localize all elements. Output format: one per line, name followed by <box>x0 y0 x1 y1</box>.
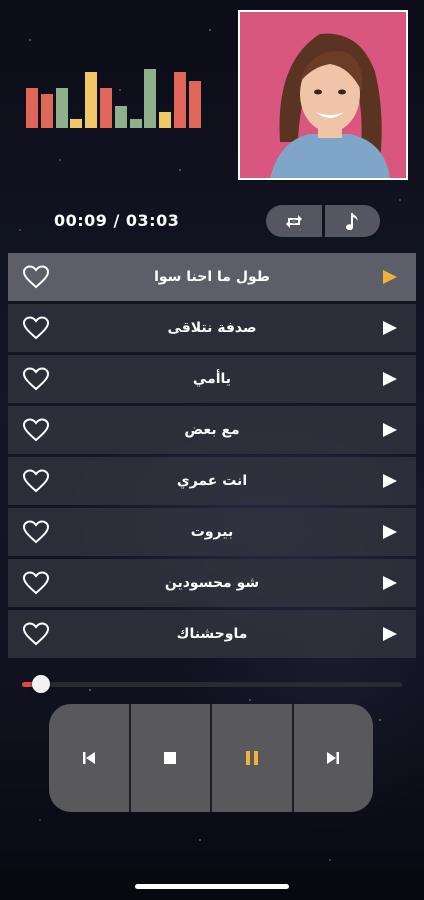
music-library-button[interactable] <box>324 205 380 237</box>
equalizer-bar <box>159 112 172 128</box>
song-row[interactable]: شو محسودين <box>8 559 416 607</box>
song-row[interactable]: انت عمري <box>8 457 416 505</box>
repeat-button[interactable] <box>266 205 322 237</box>
song-row[interactable]: بيروت <box>8 508 416 556</box>
equalizer-bar <box>40 94 53 128</box>
pause-button[interactable] <box>212 704 292 812</box>
time-display: 00:09 / 03:03 <box>54 211 180 230</box>
equalizer-bar <box>114 106 127 128</box>
song-title: بيروت <box>190 524 234 540</box>
heart-icon[interactable] <box>22 367 50 395</box>
song-list: طول ما احنا سوا صدفة نتلاقى ياأمي مع بعض انت… <box>8 253 416 661</box>
equalizer-bar <box>129 119 142 128</box>
play-icon[interactable] <box>382 371 398 391</box>
play-icon[interactable] <box>382 626 398 646</box>
heart-icon[interactable] <box>22 265 50 293</box>
heart-icon[interactable] <box>22 418 50 446</box>
song-title: انت عمري <box>176 473 248 489</box>
song-row[interactable]: صدفة نتلاقى <box>8 304 416 352</box>
heart-icon[interactable] <box>22 622 50 650</box>
next-button[interactable] <box>293 704 373 812</box>
song-row[interactable]: مع بعض <box>8 406 416 454</box>
progress-handle[interactable] <box>32 675 50 693</box>
equalizer-bar <box>144 69 157 128</box>
equalizer-bar <box>100 88 112 128</box>
heart-icon[interactable] <box>22 571 50 599</box>
play-icon[interactable] <box>382 473 398 493</box>
previous-button[interactable] <box>49 704 129 812</box>
song-row[interactable]: طول ما احنا سوا <box>8 253 416 301</box>
song-title: طول ما احنا سوا <box>154 269 270 285</box>
skip-next-icon <box>327 752 340 764</box>
home-indicator <box>135 884 289 889</box>
stop-icon <box>164 752 177 764</box>
equalizer-visualizer <box>26 66 204 128</box>
song-title: مع بعض <box>184 422 240 438</box>
song-title: صدفة نتلاقى <box>167 320 257 336</box>
equalizer-bar <box>26 88 38 128</box>
skip-previous-icon <box>82 752 95 764</box>
heart-icon[interactable] <box>22 316 50 344</box>
song-row[interactable]: ماوحشناك <box>8 610 416 658</box>
song-title: ياأمي <box>192 371 232 387</box>
equalizer-bar <box>85 72 98 128</box>
heart-icon[interactable] <box>22 469 50 497</box>
progress-bar[interactable] <box>22 675 402 693</box>
play-icon[interactable] <box>382 575 398 595</box>
pause-icon <box>245 751 258 765</box>
song-row[interactable]: ياأمي <box>8 355 416 403</box>
play-icon[interactable] <box>382 422 398 442</box>
artist-photo <box>238 10 408 180</box>
heart-icon[interactable] <box>22 520 50 548</box>
play-icon[interactable] <box>382 269 398 289</box>
mode-toggle-group <box>266 205 380 237</box>
stop-button[interactable] <box>130 704 210 812</box>
play-icon[interactable] <box>382 524 398 544</box>
equalizer-bar <box>174 72 186 128</box>
song-title: ماوحشناك <box>176 626 248 642</box>
playback-controls <box>49 704 373 812</box>
repeat-icon <box>285 215 302 228</box>
music-note-icon <box>346 213 359 230</box>
play-icon[interactable] <box>382 320 398 340</box>
equalizer-bar <box>188 81 201 128</box>
equalizer-bar <box>55 88 68 128</box>
song-title: شو محسودين <box>164 575 260 591</box>
equalizer-bar <box>70 119 83 128</box>
